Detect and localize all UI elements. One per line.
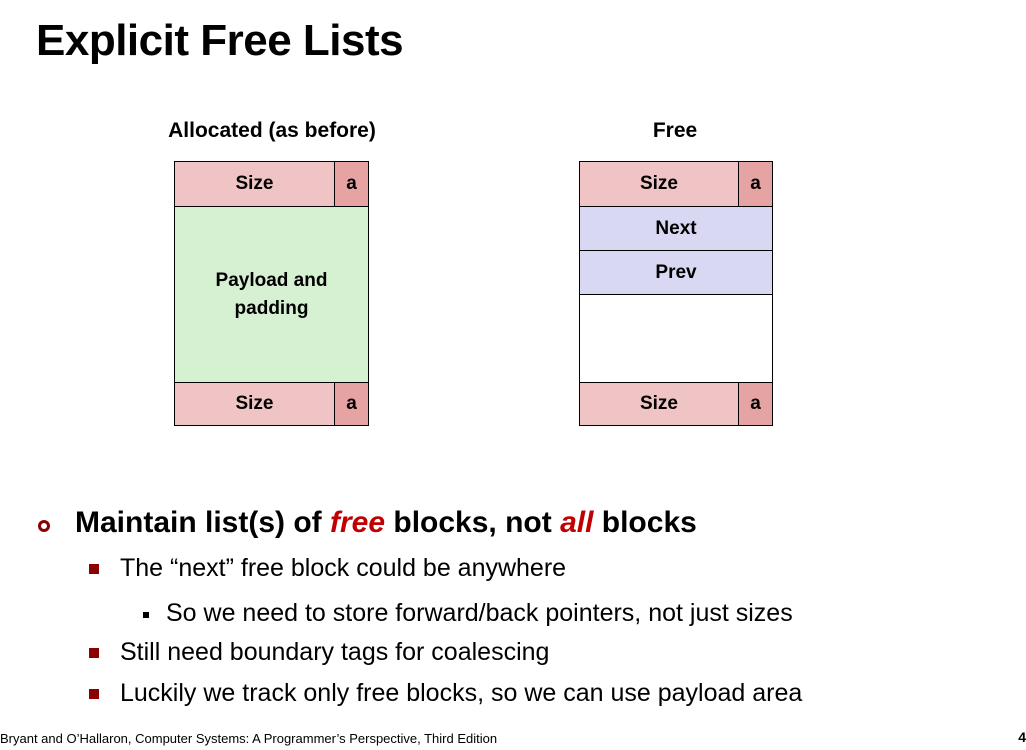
slide-title: Explicit Free Lists [36, 16, 404, 65]
free-footer-size: Size [580, 383, 738, 425]
free-prev-row: Prev [580, 250, 772, 294]
allocated-header-flag: a [334, 162, 368, 206]
allocated-header-size: Size [175, 162, 334, 206]
allocated-footer: Size a [175, 382, 368, 425]
small-square-bullet-icon [143, 612, 149, 618]
free-next-row: Next [580, 206, 772, 250]
emphasis-all: all [560, 506, 594, 539]
square-bullet-icon [89, 648, 99, 658]
free-footer-flag: a [738, 383, 772, 425]
free-block: Size a Next Prev Size a [579, 161, 773, 426]
allocated-footer-size: Size [175, 383, 334, 425]
free-unused-space [580, 294, 772, 382]
free-next-pointer: Next [580, 207, 772, 250]
square-bullet-icon [89, 689, 99, 699]
free-header-flag: a [738, 162, 772, 206]
circle-bullet-icon [38, 520, 50, 532]
square-bullet-icon [89, 564, 99, 574]
free-caption: Free [652, 119, 698, 142]
allocated-payload: Payload and padding [175, 207, 368, 382]
allocated-payload-row: Payload and padding [175, 206, 368, 382]
allocated-header: Size a [175, 162, 368, 206]
free-prev-pointer: Prev [580, 251, 772, 294]
bullet-main-text: Maintain list(s) of free blocks, not all… [75, 506, 697, 539]
footer-citation: Bryant and O’Hallaron, Computer Systems:… [0, 731, 498, 746]
emphasis-free: free [330, 506, 386, 539]
allocated-footer-flag: a [334, 383, 368, 425]
page-number: 4 [1018, 729, 1026, 745]
allocated-caption: Allocated (as before) [168, 119, 376, 142]
free-header: Size a [580, 162, 772, 206]
free-header-size: Size [580, 162, 738, 206]
free-footer: Size a [580, 382, 772, 425]
allocated-block: Size a Payload and padding Size a [174, 161, 369, 426]
